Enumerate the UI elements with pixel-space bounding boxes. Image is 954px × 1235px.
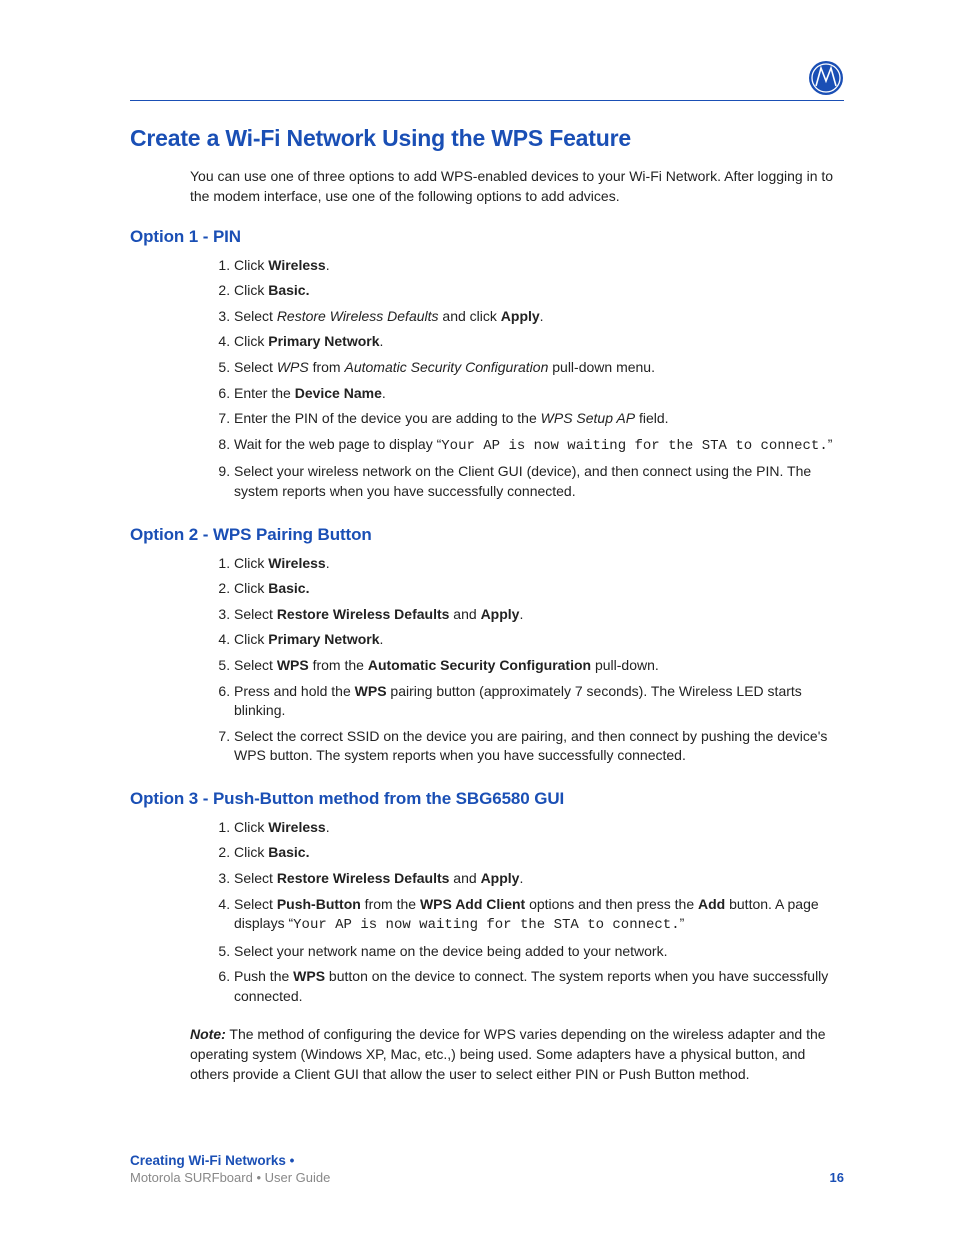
option2-steps: Click Wireless. Click Basic. Select Rest…: [190, 551, 844, 769]
list-item: Click Primary Network.: [234, 329, 844, 355]
note-paragraph: Note: The method of configuring the devi…: [190, 1024, 844, 1085]
list-item: Enter the Device Name.: [234, 381, 844, 407]
list-item: Click Wireless.: [234, 815, 844, 841]
footer-chapter: Creating Wi-Fi Networks •: [130, 1153, 844, 1168]
page-title: Create a Wi-Fi Network Using the WPS Fea…: [130, 125, 844, 152]
option3-steps: Click Wireless. Click Basic. Select Rest…: [190, 815, 844, 1010]
note-label: Note:: [190, 1026, 226, 1042]
list-item: Select Restore Wireless Defaults and App…: [234, 602, 844, 628]
list-item: Select WPS from the Automatic Security C…: [234, 653, 844, 679]
list-item: Click Wireless.: [234, 253, 844, 279]
option2-heading: Option 2 - WPS Pairing Button: [130, 525, 844, 545]
motorola-logo-icon: [808, 60, 844, 99]
note-text: The method of configuring the device for…: [190, 1026, 826, 1083]
list-item: Click Wireless.: [234, 551, 844, 577]
list-item: Select WPS from Automatic Security Confi…: [234, 355, 844, 381]
footer-doc: Motorola SURFboard • User Guide: [130, 1170, 844, 1185]
list-item: Wait for the web page to display “Your A…: [234, 432, 844, 460]
list-item: Push the WPS button on the device to con…: [234, 964, 844, 1009]
list-item: Click Primary Network.: [234, 627, 844, 653]
header-rule: [130, 100, 844, 101]
list-item: Select Restore Wireless Defaults and App…: [234, 866, 844, 892]
list-item: Select Restore Wireless Defaults and cli…: [234, 304, 844, 330]
option3-heading: Option 3 - Push-Button method from the S…: [130, 789, 844, 809]
list-item: Enter the PIN of the device you are addi…: [234, 406, 844, 432]
list-item: Click Basic.: [234, 278, 844, 304]
option1-heading: Option 1 - PIN: [130, 227, 844, 247]
list-item: Select the correct SSID on the device yo…: [234, 724, 844, 769]
list-item: Select your wireless network on the Clie…: [234, 459, 844, 504]
page-footer: Creating Wi-Fi Networks • Motorola SURFb…: [130, 1153, 844, 1185]
list-item: Press and hold the WPS pairing button (a…: [234, 679, 844, 724]
list-item: Select your network name on the device b…: [234, 939, 844, 965]
option1-steps: Click Wireless. Click Basic. Select Rest…: [190, 253, 844, 505]
document-page: Create a Wi-Fi Network Using the WPS Fea…: [0, 0, 954, 1235]
intro-paragraph: You can use one of three options to add …: [190, 166, 844, 207]
list-item: Click Basic.: [234, 576, 844, 602]
list-item: Select Push-Button from the WPS Add Clie…: [234, 892, 844, 939]
list-item: Click Basic.: [234, 840, 844, 866]
page-number: 16: [830, 1170, 844, 1185]
